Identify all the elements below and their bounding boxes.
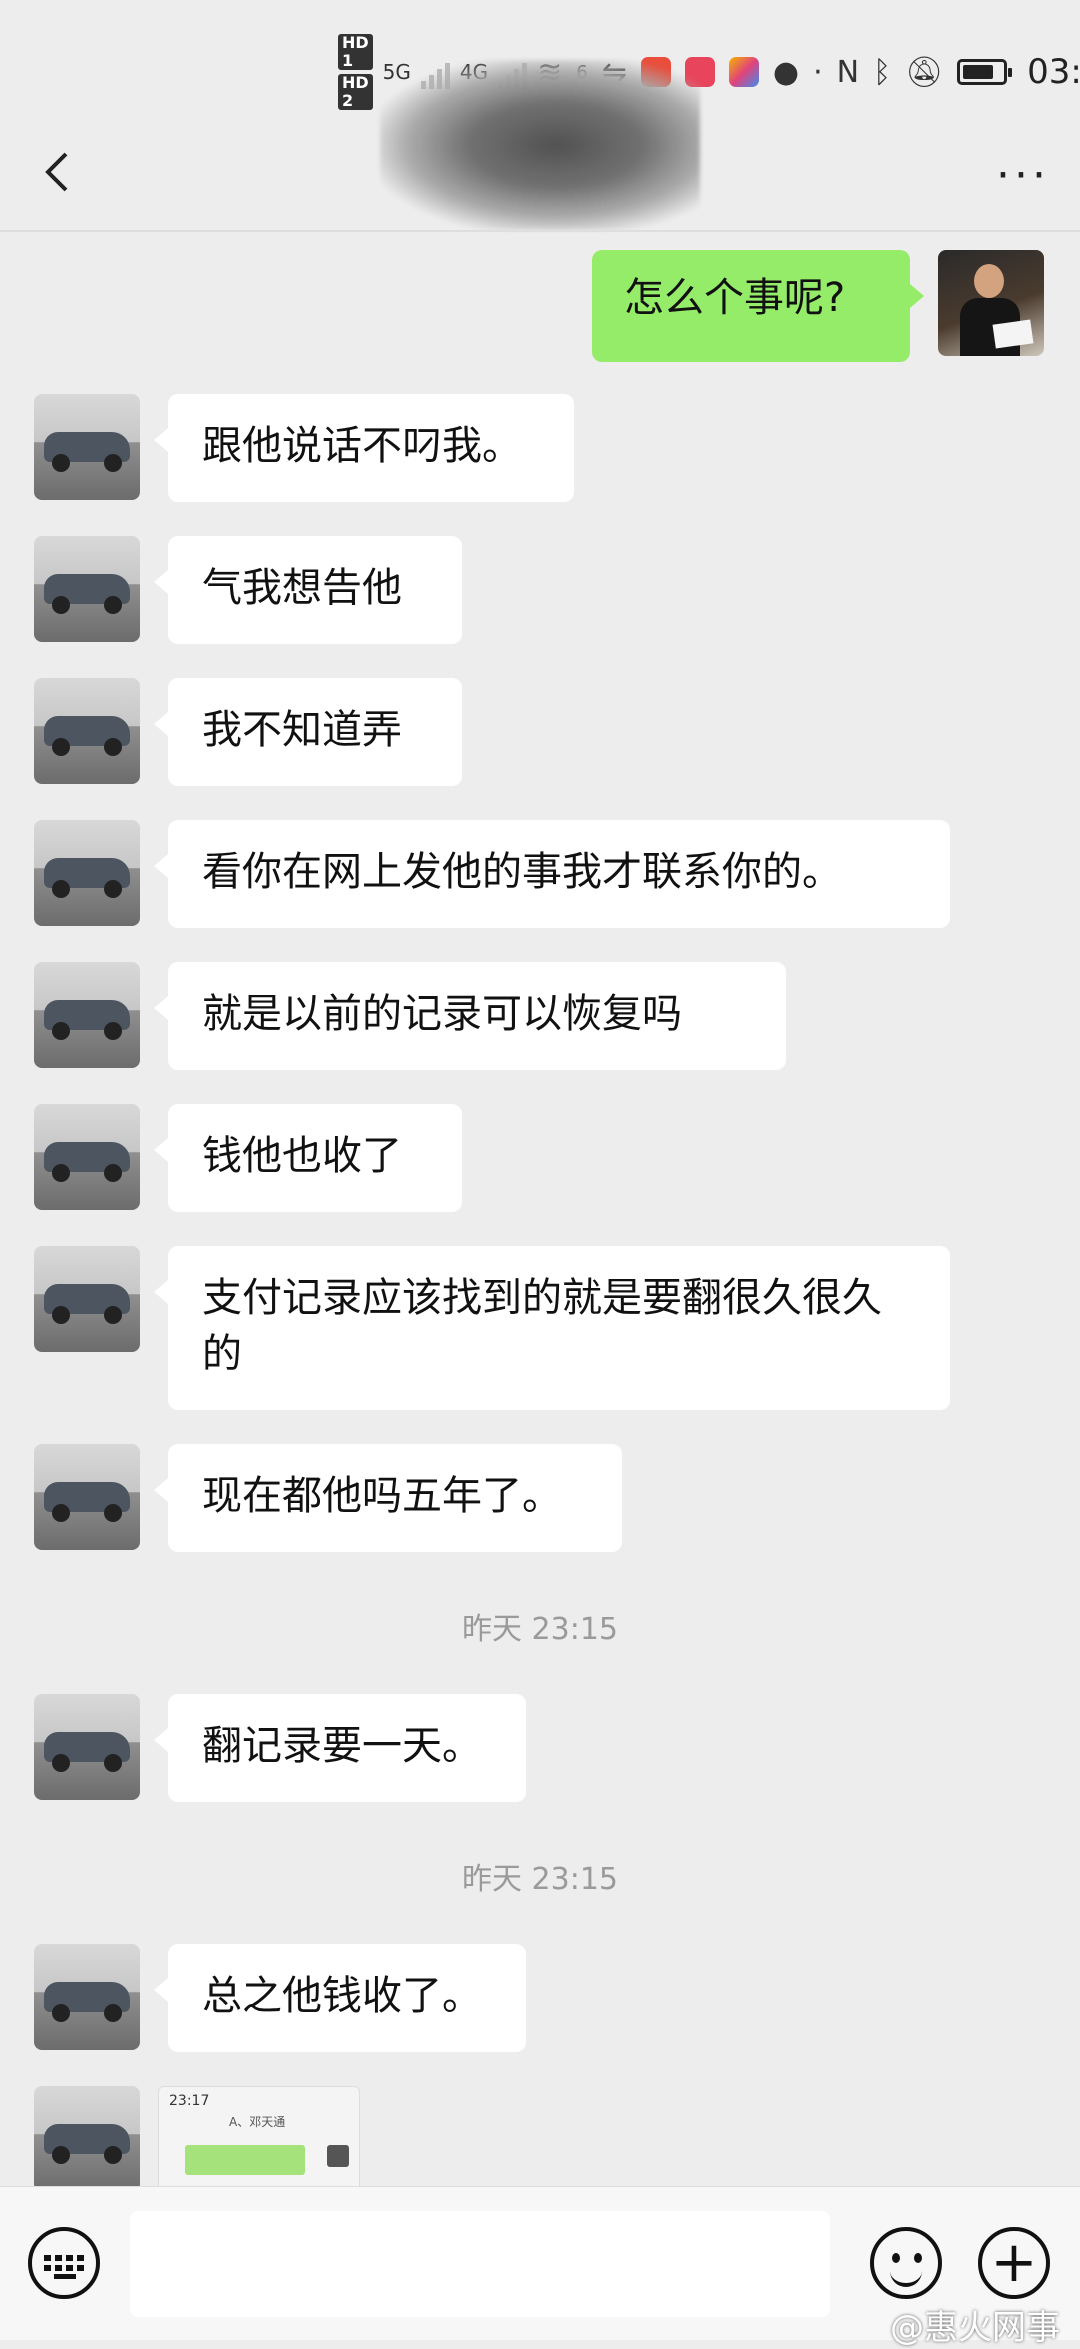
- message-bubble-received[interactable]: 看你在网上发他的事我才联系你的。: [154, 820, 950, 928]
- contact-avatar[interactable]: [34, 536, 140, 642]
- my-avatar[interactable]: [938, 250, 1044, 356]
- message-row: 翻记录要一天。: [34, 1694, 526, 1802]
- screenshot-image-message[interactable]: 23:17 A、邓天通: [158, 2086, 360, 2198]
- more-menu-button[interactable]: ···: [996, 150, 1050, 201]
- plus-icon: +: [990, 2230, 1038, 2295]
- message-bubble-received[interactable]: 翻记录要一天。: [154, 1694, 526, 1802]
- hd1-badge: HD 1: [338, 34, 373, 70]
- contact-avatar[interactable]: [34, 1246, 140, 1352]
- timestamp: 昨天 23:15: [462, 1612, 618, 1647]
- message-bubble-received[interactable]: 总之他钱收了。: [154, 1944, 526, 2052]
- nfc-icon: N: [836, 54, 860, 90]
- battery-icon: [957, 59, 1013, 85]
- back-arrow-icon[interactable]: [30, 142, 90, 202]
- message-bubble-received[interactable]: 跟他说话不叼我。: [154, 394, 574, 502]
- hd2-badge: HD 2: [338, 74, 373, 110]
- message-row: 跟他说话不叼我。: [34, 394, 574, 502]
- message-row: 气我想告他: [34, 536, 462, 644]
- message-row: 总之他钱收了。: [34, 1944, 526, 2052]
- message-row: 我不知道弄: [34, 678, 462, 786]
- hd-indicators: HD 1 HD 2: [338, 34, 373, 110]
- timestamp: 昨天 23:15: [462, 1862, 618, 1897]
- message-row: 支付记录应该找到的就是要翻很久很久的: [34, 1246, 950, 1410]
- dots-icon: ·: [813, 54, 823, 90]
- thumb-time: 23:17: [169, 2093, 210, 2109]
- keyboard-icon: [44, 2255, 84, 2271]
- contact-avatar[interactable]: [34, 1694, 140, 1800]
- thumb-title: A、邓天通: [229, 2115, 286, 2129]
- chat-header: ···: [0, 120, 1080, 230]
- message-bubble-received[interactable]: 支付记录应该找到的就是要翻很久很久的: [154, 1246, 950, 1410]
- add-more-button[interactable]: +: [978, 2227, 1050, 2299]
- status-time: 03:46: [1027, 52, 1080, 92]
- message-bubble-received[interactable]: 我不知道弄: [154, 678, 462, 786]
- thumb-green-bubble: [185, 2145, 305, 2175]
- contact-avatar[interactable]: [34, 820, 140, 926]
- keyboard-toggle-button[interactable]: [28, 2227, 100, 2299]
- contact-avatar[interactable]: [34, 962, 140, 1068]
- contact-avatar[interactable]: [34, 1104, 140, 1210]
- message-row: 钱他也收了: [34, 1104, 462, 1212]
- message-bubble-received[interactable]: 就是以前的记录可以恢复吗: [154, 962, 786, 1070]
- app2-icon: [728, 57, 759, 87]
- mute-icon: 🔕︎: [905, 54, 944, 90]
- message-row: 23:17 A、邓天通: [34, 2086, 360, 2198]
- message-bubble-received[interactable]: 钱他也收了: [154, 1104, 462, 1212]
- header-divider: [0, 230, 1080, 232]
- contact-avatar[interactable]: [34, 2086, 140, 2192]
- contact-avatar[interactable]: [34, 394, 140, 500]
- message-input[interactable]: [130, 2211, 830, 2317]
- message-row: 就是以前的记录可以恢复吗: [34, 962, 786, 1070]
- bluetooth-icon: ᛒ: [873, 54, 892, 90]
- contact-avatar[interactable]: [34, 1444, 140, 1550]
- message-row: 现在都他吗五年了。: [34, 1444, 622, 1552]
- message-bubble-sent[interactable]: 怎么个事呢?: [592, 250, 924, 362]
- contact-avatar[interactable]: [34, 1944, 140, 2050]
- message-bubble-received[interactable]: 气我想告他: [154, 536, 462, 644]
- message-row-right: 怎么个事呢?: [592, 250, 1044, 362]
- chat-icon: ●: [772, 54, 800, 90]
- watermark: @惠火网事: [890, 2308, 1060, 2348]
- message-bubble-received[interactable]: 现在都他吗五年了。: [154, 1444, 622, 1552]
- thumb-avatar: [327, 2145, 349, 2167]
- contact-avatar[interactable]: [34, 678, 140, 784]
- message-row: 看你在网上发他的事我才联系你的。: [34, 820, 950, 928]
- emoji-icon[interactable]: [870, 2227, 942, 2299]
